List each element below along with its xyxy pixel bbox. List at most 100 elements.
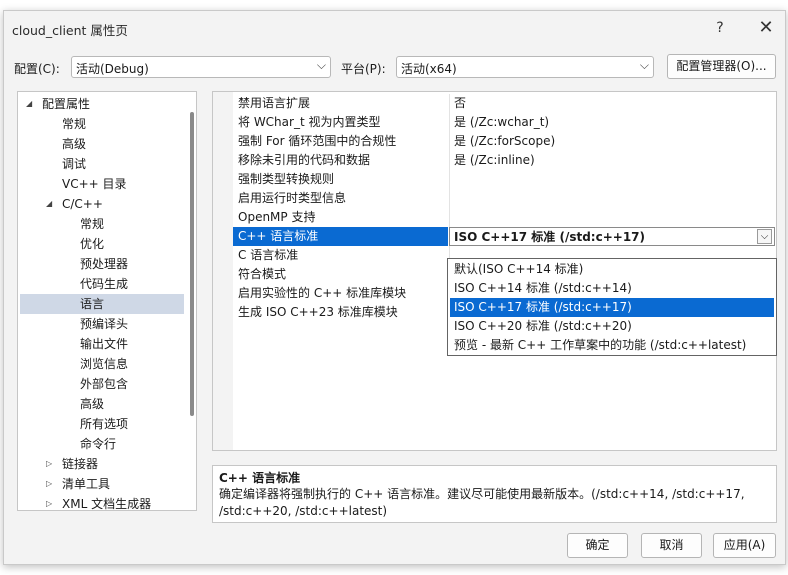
tree-item-command-line[interactable]: 命令行 xyxy=(18,434,188,454)
tree-item-external-includes[interactable]: 外部包含 xyxy=(18,374,188,394)
tree-item-xml-doc-generator[interactable]: ▷ XML 文档生成器 xyxy=(18,494,188,511)
tree-item-linker[interactable]: ▷ 链接器 xyxy=(18,454,188,474)
dropdown-option[interactable]: 默认(ISO C++14 标准) xyxy=(450,260,774,279)
tree-item-label: 所有选项 xyxy=(80,417,129,431)
property-name: 强制类型转换规则 xyxy=(238,172,335,186)
dropdown-option-selected[interactable]: ISO C++17 标准 (/std:c++17) xyxy=(450,298,774,317)
tree-item-preprocessor[interactable]: 预处理器 xyxy=(18,254,188,274)
tree-item-cpp-general[interactable]: 常规 xyxy=(18,214,188,234)
property-row[interactable]: 将 WChar_t 视为内置类型 是 (/Zc:wchar_t) xyxy=(213,113,776,132)
tree-item-cpp[interactable]: ◢ C/C++ xyxy=(18,194,188,214)
tree-item-label: 浏览信息 xyxy=(80,357,129,371)
property-name: 强制 For 循环范围中的合规性 xyxy=(238,134,397,148)
property-value[interactable]: 否 xyxy=(449,94,775,113)
cpp-standard-select[interactable]: ISO C++17 标准 (/std:c++17) ⌵ xyxy=(449,227,775,246)
chevron-down-icon: ⌵ xyxy=(639,58,649,72)
tree-item-label: 调试 xyxy=(62,157,87,171)
description-title: C++ 语言标准 xyxy=(219,471,301,485)
cpp-standard-dropdown-list[interactable]: 默认(ISO C++14 标准) ISO C++14 标准 (/std:c++1… xyxy=(447,258,777,356)
tree-item-browse-info[interactable]: 浏览信息 xyxy=(18,354,188,374)
tree-item-label: 高级 xyxy=(62,137,87,151)
dropdown-option[interactable]: ISO C++14 标准 (/std:c++14) xyxy=(450,279,774,298)
property-row[interactable]: 强制类型转换规则 xyxy=(213,170,776,189)
configuration-manager-button[interactable]: 配置管理器(O)... xyxy=(667,54,776,79)
tree-item-label: 输出文件 xyxy=(80,337,129,351)
collapsed-icon[interactable]: ▷ xyxy=(46,454,52,474)
tree-item-all-options[interactable]: 所有选项 xyxy=(18,414,188,434)
tree-item-code-generation[interactable]: 代码生成 xyxy=(18,274,188,294)
property-row-selected[interactable]: C++ 语言标准 ISO C++17 标准 (/std:c++17) ⌵ xyxy=(213,227,776,246)
property-value[interactable] xyxy=(449,208,775,227)
property-name: 符合模式 xyxy=(238,267,287,281)
tree-item-label: 代码生成 xyxy=(80,277,129,291)
platform-label: 平台(P): xyxy=(341,62,386,76)
configuration-select[interactable]: 活动(Debug) ⌵ xyxy=(71,56,331,78)
description-panel: C++ 语言标准 确定编译器将强制执行的 C++ 语言标准。建议尽可能使用最新版… xyxy=(212,465,777,523)
chevron-down-icon[interactable]: ⌵ xyxy=(757,229,772,244)
tree-item-language[interactable]: 语言 xyxy=(20,294,184,314)
tree-item-label: 预处理器 xyxy=(80,257,129,271)
configuration-value: 活动(Debug) xyxy=(76,62,149,76)
tree-item-config-props[interactable]: ◢ 配置属性 xyxy=(18,94,188,114)
tree-item-label: 优化 xyxy=(80,237,105,251)
property-row[interactable]: 启用运行时类型信息 xyxy=(213,189,776,208)
expanded-icon[interactable]: ◢ xyxy=(26,94,32,114)
platform-value: 活动(x64) xyxy=(401,62,457,76)
tree-item-debugging[interactable]: 调试 xyxy=(18,154,188,174)
tree-item-label: 清单工具 xyxy=(62,477,111,491)
tree-item-label: 常规 xyxy=(62,117,87,131)
property-value[interactable]: 是 (/Zc:inline) xyxy=(449,151,775,170)
property-row[interactable]: 强制 For 循环范围中的合规性 是 (/Zc:forScope) xyxy=(213,132,776,151)
property-name: 启用实验性的 C++ 标准库模块 xyxy=(238,286,407,300)
tree-item-advanced[interactable]: 高级 xyxy=(18,134,188,154)
tree-item-label: 语言 xyxy=(80,297,105,311)
tree-item-optimization[interactable]: 优化 xyxy=(18,234,188,254)
ok-button[interactable]: 确定 xyxy=(567,533,628,558)
expanded-icon[interactable]: ◢ xyxy=(46,194,52,214)
tree-item-output-files[interactable]: 输出文件 xyxy=(18,334,188,354)
property-pages-dialog: cloud_client 属性页 ? ✕ 配置(C): 活动(Debug) ⌵ … xyxy=(3,10,786,565)
tree-item-vc-directories[interactable]: VC++ 目录 xyxy=(18,174,188,194)
tree-item-label: 外部包含 xyxy=(80,377,129,391)
tree-item-label: XML 文档生成器 xyxy=(62,497,152,511)
property-value[interactable] xyxy=(449,189,775,208)
property-value: ISO C++17 标准 (/std:c++17) xyxy=(454,230,645,244)
tree-item-label: 配置属性 xyxy=(42,97,91,111)
property-tree[interactable]: ◢ 配置属性 常规 高级 调试 VC++ 目录 ◢ C/C++ 常规 优化 预处理器… xyxy=(17,91,197,511)
dropdown-option[interactable]: 预览 - 最新 C++ 工作草案中的功能 (/std:c++latest) xyxy=(450,336,774,355)
window-title: cloud_client 属性页 xyxy=(12,23,128,38)
tree-item-precompiled-headers[interactable]: 预编译头 xyxy=(18,314,188,334)
tree-item-label: 链接器 xyxy=(62,457,99,471)
property-name: 移除未引用的代码和数据 xyxy=(238,153,371,167)
collapsed-icon[interactable]: ▷ xyxy=(46,494,52,510)
configuration-label: 配置(C): xyxy=(14,62,60,76)
tree-item-general[interactable]: 常规 xyxy=(18,114,188,134)
property-name: 启用运行时类型信息 xyxy=(238,191,347,205)
tree-item-label: 高级 xyxy=(80,397,105,411)
title-bar: cloud_client 属性页 ? ✕ xyxy=(4,11,785,45)
chevron-down-icon: ⌵ xyxy=(316,58,326,72)
property-name: C 语言标准 xyxy=(238,248,299,262)
tree-item-label: 命令行 xyxy=(80,437,117,451)
property-value[interactable]: 是 (/Zc:wchar_t) xyxy=(449,113,775,132)
tree-item-manifest-tool[interactable]: ▷ 清单工具 xyxy=(18,474,188,494)
property-value[interactable] xyxy=(449,170,775,189)
close-icon[interactable]: ✕ xyxy=(752,15,780,41)
collapsed-icon[interactable]: ▷ xyxy=(46,474,52,494)
property-name: 禁用语言扩展 xyxy=(238,96,311,110)
platform-select[interactable]: 活动(x64) ⌵ xyxy=(396,56,654,78)
property-row[interactable]: 禁用语言扩展 否 xyxy=(213,94,776,113)
property-name: C++ 语言标准 xyxy=(233,227,448,246)
property-name: 生成 ISO C++23 标准库模块 xyxy=(238,305,398,319)
property-row[interactable]: OpenMP 支持 xyxy=(213,208,776,227)
tree-item-label: 常规 xyxy=(80,217,105,231)
property-row[interactable]: 移除未引用的代码和数据 是 (/Zc:inline) xyxy=(213,151,776,170)
tree-item-label: VC++ 目录 xyxy=(62,177,127,191)
dropdown-option[interactable]: ISO C++20 标准 (/std:c++20) xyxy=(450,317,774,336)
cancel-button[interactable]: 取消 xyxy=(641,533,702,558)
tree-scrollbar[interactable] xyxy=(190,112,194,416)
tree-item-cpp-advanced[interactable]: 高级 xyxy=(18,394,188,414)
apply-button[interactable]: 应用(A) xyxy=(713,533,776,558)
property-value[interactable]: 是 (/Zc:forScope) xyxy=(449,132,775,151)
help-icon[interactable]: ? xyxy=(706,15,734,41)
